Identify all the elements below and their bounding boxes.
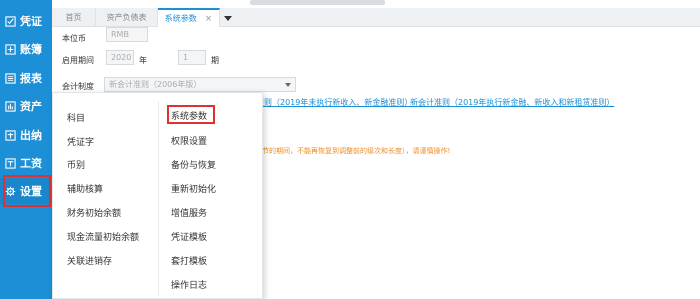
voucher-icon [4, 15, 16, 27]
currency-label: 本位币 [62, 34, 86, 43]
sidebar-item-label: 出纳 [20, 129, 42, 142]
sidebar-item-settings[interactable]: 设置 [0, 175, 52, 207]
report-icon [4, 72, 16, 84]
menu-item-cashflow-opening-balance[interactable]: 现金流量初始余额 [67, 230, 139, 243]
sidebar-item-payroll[interactable]: 工资 [0, 150, 52, 176]
period-year-field: 2020 [106, 50, 134, 65]
sidebar-item-report[interactable]: 报表 [0, 65, 52, 91]
tab-label: 系统参数 [164, 14, 197, 23]
currency-value: RMB [111, 30, 129, 39]
warning-text: 节的期间，不能再恢复到调整前的级次和长度），请谨慎操作! [262, 147, 451, 155]
menu-item-backup-restore[interactable]: 备份与恢复 [171, 158, 216, 171]
sidebar-item-cashier[interactable]: 出纳 [0, 122, 52, 148]
menu-item-operation-log[interactable]: 操作日志 [171, 278, 207, 291]
tab-balance-sheet[interactable]: 资产负债表 [96, 8, 158, 27]
cashier-icon [4, 129, 16, 141]
chevron-down-icon [285, 83, 291, 87]
period-number-field: 1 [178, 50, 206, 65]
sidebar-item-ledger[interactable]: 账簿 [0, 36, 52, 62]
tab-list-dropdown-icon[interactable] [222, 12, 234, 24]
sidebar-item-label: 账簿 [20, 43, 42, 56]
sidebar-item-label: 工资 [20, 157, 42, 170]
sidebar-item-asset[interactable]: 资产 [0, 93, 52, 119]
accounting-standard-select: 新会计准则（2006年版） [104, 77, 296, 92]
tab-home[interactable]: 首页 [52, 8, 96, 27]
menu-item-permissions[interactable]: 权限设置 [171, 134, 207, 147]
sidebar-item-label: 资产 [20, 100, 42, 113]
period-label: 启用期间 [62, 56, 94, 65]
period-unit-label: 期 [211, 56, 219, 65]
period-year-value: 2020 [111, 53, 132, 62]
close-icon[interactable]: × [205, 14, 213, 24]
menu-item-system-parameters[interactable]: 系统参数 [171, 109, 207, 122]
menu-divider [158, 101, 159, 296]
settings-menu: 科目 凭证字 币别 辅助核算 财务初始余额 现金流量初始余额 关联进销存 系统参… [52, 92, 263, 299]
menu-item-opening-balance[interactable]: 财务初始余额 [67, 206, 121, 219]
accounting-standard-value: 新会计准则（2006年版） [109, 80, 202, 89]
sidebar-item-voucher[interactable]: 凭证 [0, 8, 52, 34]
standard-2019-link-2[interactable]: 新会计准则（2019年执行新金融、新收入和新租赁准则） [410, 97, 614, 108]
tab-system-parameters[interactable]: 系统参数 × [158, 8, 220, 27]
menu-item-linked-inventory[interactable]: 关联进销存 [67, 254, 112, 267]
tab-label: 首页 [65, 13, 82, 22]
payroll-icon [4, 157, 16, 169]
gear-icon [4, 185, 16, 197]
app-window: 凭证 账簿 报表 资产 出纳 工资 设置 首页 资产负债表 系统参数 × 本位币… [0, 0, 700, 299]
sidebar: 凭证 账簿 报表 资产 出纳 工资 设置 [0, 0, 52, 299]
menu-item-voucher-word[interactable]: 凭证字 [67, 135, 94, 148]
menu-item-reinitialize[interactable]: 重新初始化 [171, 182, 216, 195]
menu-item-value-added-services[interactable]: 增值服务 [171, 206, 207, 219]
tab-bar: 首页 资产负债表 系统参数 × [52, 8, 700, 27]
menu-item-currency[interactable]: 币别 [67, 158, 85, 171]
ledger-icon [4, 43, 16, 55]
horizontal-scrollbar[interactable] [250, 0, 385, 5]
menu-item-subjects[interactable]: 科目 [67, 111, 85, 124]
menu-item-print-template[interactable]: 套打模板 [171, 254, 207, 267]
currency-field: RMB [106, 27, 148, 42]
period-number-value: 1 [183, 53, 189, 62]
standard-2019-link-1[interactable]: 准则（2019年未执行新收入、新金融准则） [256, 97, 412, 108]
menu-item-voucher-template[interactable]: 凭证模板 [171, 230, 207, 243]
tab-label: 资产负债表 [106, 13, 147, 22]
sidebar-item-label: 设置 [20, 185, 42, 198]
sidebar-item-label: 报表 [20, 72, 42, 85]
accounting-standard-label: 会计制度 [62, 82, 94, 91]
asset-icon [4, 100, 16, 112]
menu-item-auxiliary-accounting[interactable]: 辅助核算 [67, 182, 103, 195]
sidebar-item-label: 凭证 [20, 15, 42, 28]
year-unit-label: 年 [139, 56, 147, 65]
